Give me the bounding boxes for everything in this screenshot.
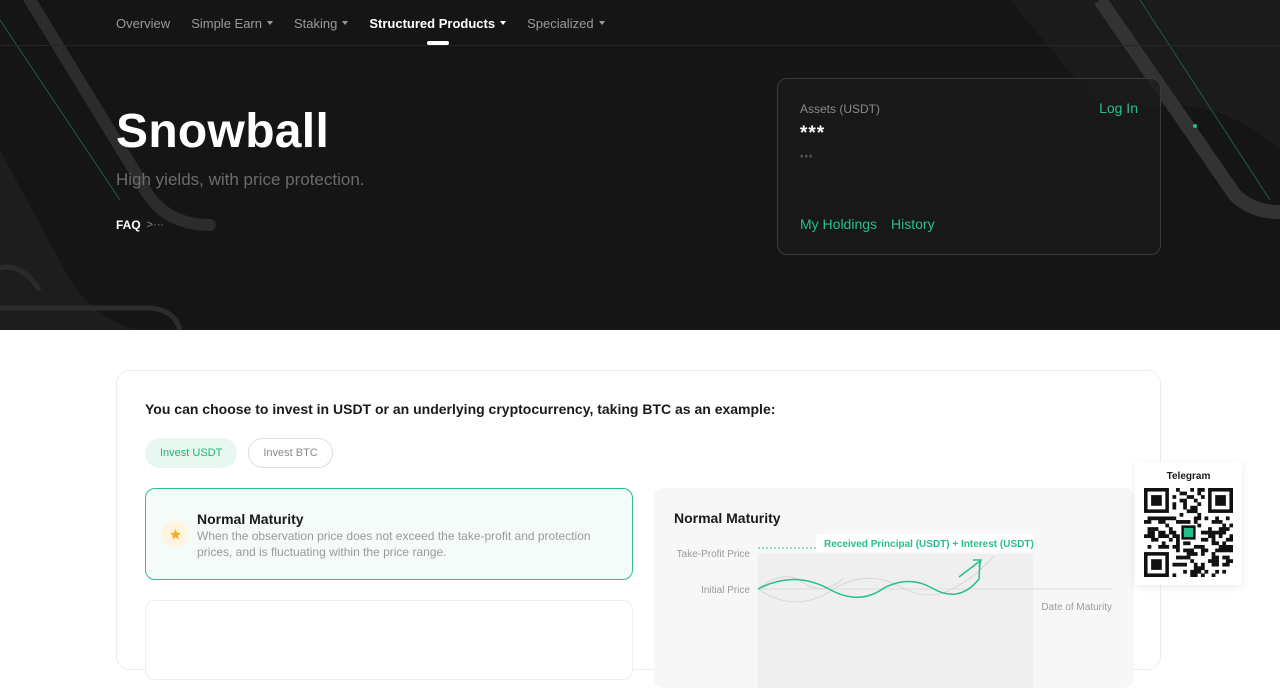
take-profit-label: Take-Profit Price [677, 549, 751, 560]
faq-label: FAQ [116, 218, 141, 232]
price-range-band [758, 554, 1033, 688]
caret-down-icon [500, 21, 507, 25]
invest-tabs: Invest USDT Invest BTC [145, 438, 333, 468]
nav-item-simple-earn[interactable]: Simple Earn [191, 0, 273, 46]
telegram-label: Telegram [1166, 471, 1211, 482]
nav-item-label: Structured Products [369, 15, 496, 31]
scenario-illustration: Normal Maturity Received Principal (USDT… [654, 488, 1134, 688]
nav-item-overview[interactable]: Overview [116, 0, 170, 46]
star-icon [169, 528, 181, 539]
tab-invest-usdt[interactable]: Invest USDT [145, 438, 238, 468]
telegram-qr-widget[interactable]: Telegram [1135, 462, 1242, 585]
price-path-illustration: Received Principal (USDT) + Interest (US… [677, 534, 1112, 688]
active-nav-indicator [426, 41, 449, 45]
maturity-label: Date of Maturity [1041, 602, 1112, 613]
callout-label: Received Principal (USDT) + Interest (US… [824, 539, 1034, 550]
arrow-right-icon: >··· [146, 219, 165, 231]
caret-down-icon [342, 21, 349, 25]
scenario-option-card[interactable] [145, 600, 633, 680]
login-link[interactable]: Log In [1099, 100, 1138, 116]
tab-invest-btc[interactable]: Invest BTC [248, 438, 333, 468]
caret-down-icon [267, 21, 273, 25]
assets-label: Assets (USDT) [800, 102, 881, 116]
nav-item-specialized[interactable]: Specialized [527, 0, 605, 46]
nav-item-label: Specialized [527, 15, 594, 31]
investment-explainer-card: You can choose to invest in USDT or an u… [116, 370, 1161, 688]
assets-sub-value: *** [800, 153, 814, 163]
nav-item-label: Overview [116, 15, 171, 31]
star-icon-badge [162, 521, 188, 547]
assets-links: My Holdings History [800, 216, 935, 232]
hero-banner: Overview Simple Earn Staking Structured … [0, 0, 1280, 330]
top-navigation-bar: Overview Simple Earn Staking Structured … [0, 0, 1280, 46]
history-link[interactable]: History [891, 216, 935, 232]
page-subtitle: High yields, with price protection. [116, 170, 365, 189]
nav-item-label: Simple Earn [191, 15, 262, 31]
explainer-heading: You can choose to invest in USDT or an u… [145, 401, 776, 417]
faq-link[interactable]: FAQ >··· [116, 218, 164, 232]
qr-code [1144, 488, 1233, 577]
my-holdings-link[interactable]: My Holdings [800, 216, 877, 232]
nav-item-staking[interactable]: Staking [294, 0, 349, 46]
assets-value: *** [800, 123, 826, 144]
initial-price-label: Initial Price [701, 585, 750, 596]
caret-down-icon [598, 21, 605, 25]
page-title: Snowball [116, 105, 330, 158]
scenario-title: Normal Maturity [197, 511, 304, 527]
product-nav: Overview Simple Earn Staking Structured … [116, 0, 605, 46]
nav-item-label: Staking [294, 15, 338, 31]
nav-item-structured-products[interactable]: Structured Products [369, 0, 507, 46]
scenario-description: When the observation price does not exce… [197, 529, 591, 559]
scenario-option-normal-maturity[interactable]: Normal Maturity When the observation pri… [145, 488, 633, 580]
assets-card: Assets (USDT) *** *** Log In My Holdings… [777, 78, 1161, 255]
